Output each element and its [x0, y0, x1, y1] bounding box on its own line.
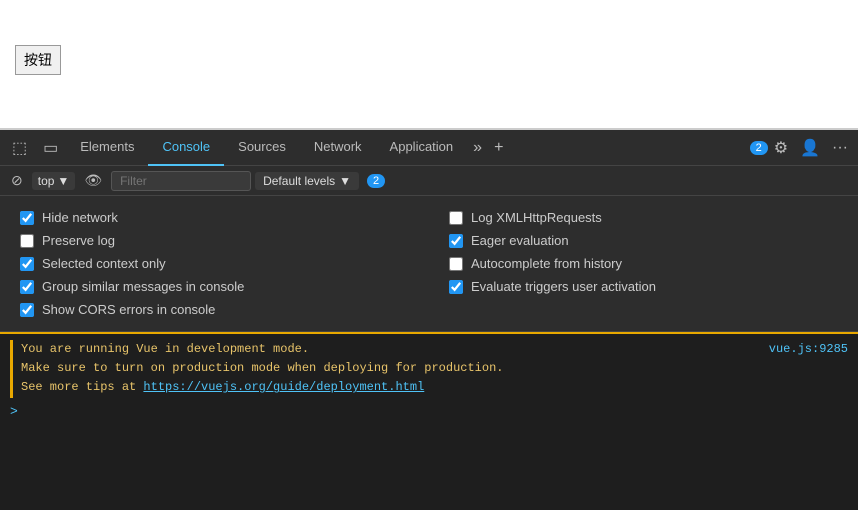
tab-console[interactable]: Console [148, 130, 224, 166]
context-label: top [38, 174, 55, 188]
cors-errors-checkbox[interactable] [20, 303, 34, 317]
tab-application[interactable]: Application [376, 130, 468, 166]
console-line3: See more tips at https://vuejs.org/guide… [21, 378, 848, 397]
group-similar-label: Group similar messages in console [42, 279, 244, 294]
preserve-log-label: Preserve log [42, 233, 115, 248]
eager-eval-label: Eager evaluation [471, 233, 569, 248]
autocomplete-label: Autocomplete from history [471, 256, 622, 271]
group-similar-row: Group similar messages in console [20, 279, 409, 294]
tabs-bar: ⬚ ▭ Elements Console Sources Network App… [0, 130, 858, 166]
console-line2: Make sure to turn on production mode whe… [21, 359, 848, 378]
eager-eval-row: Eager evaluation [449, 233, 838, 248]
settings-panel: Hide network Preserve log Selected conte… [0, 196, 858, 332]
preserve-log-row: Preserve log [20, 233, 409, 248]
console-toolbar: ⊘ top ▼ 👁 Default levels ▼ 2 [0, 166, 858, 196]
tab-network[interactable]: Network [300, 130, 376, 166]
console-warning-message: vue.js:9285 You are running Vue in devel… [10, 340, 848, 398]
console-line1: You are running Vue in development mode. [21, 340, 848, 359]
levels-label: Default levels [263, 174, 335, 188]
log-xhr-checkbox[interactable] [449, 211, 463, 225]
preserve-log-checkbox[interactable] [20, 234, 34, 248]
cn-button[interactable]: 按钮 [15, 45, 61, 75]
clear-console-button[interactable]: ⊘ [6, 170, 28, 191]
tab-elements[interactable]: Elements [66, 130, 148, 166]
context-select[interactable]: top ▼ [32, 172, 76, 190]
autocomplete-row: Autocomplete from history [449, 256, 838, 271]
console-line3-prefix: See more tips at [21, 380, 143, 394]
more-options-icon[interactable]: ··· [826, 139, 854, 157]
selected-context-checkbox[interactable] [20, 257, 34, 271]
settings-col1: Hide network Preserve log Selected conte… [20, 210, 409, 317]
more-tabs-icon[interactable]: » [467, 139, 488, 157]
group-similar-checkbox[interactable] [20, 280, 34, 294]
eval-triggers-label: Evaluate triggers user activation [471, 279, 656, 294]
log-levels-button[interactable]: Default levels ▼ [255, 172, 359, 190]
console-prompt[interactable]: > [10, 404, 848, 419]
log-xhr-label: Log XMLHttpRequests [471, 210, 602, 225]
devtools-panel: ⬚ ▭ Elements Console Sources Network App… [0, 130, 858, 510]
browser-viewport: 按钮 [0, 0, 858, 130]
errors-badge: 2 [750, 141, 768, 155]
eval-triggers-row: Evaluate triggers user activation [449, 279, 838, 294]
settings-icon[interactable]: ⚙ [768, 138, 794, 158]
hide-network-row: Hide network [20, 210, 409, 225]
filter-input[interactable] [111, 171, 251, 191]
cors-errors-row: Show CORS errors in console [20, 302, 409, 317]
deployment-link[interactable]: https://vuejs.org/guide/deployment.html [143, 380, 424, 394]
hide-network-label: Hide network [42, 210, 118, 225]
log-xhr-row: Log XMLHttpRequests [449, 210, 838, 225]
cors-errors-label: Show CORS errors in console [42, 302, 215, 317]
add-tab-icon[interactable]: + [488, 139, 509, 157]
selected-context-row: Selected context only [20, 256, 409, 271]
eval-triggers-checkbox[interactable] [449, 280, 463, 294]
console-errors-badge: 2 [367, 174, 385, 188]
inspect-icon[interactable]: ⬚ [4, 138, 35, 158]
context-arrow-icon: ▼ [57, 174, 69, 188]
eager-eval-checkbox[interactable] [449, 234, 463, 248]
profile-icon[interactable]: 👤 [794, 138, 826, 158]
tab-sources[interactable]: Sources [224, 130, 300, 166]
autocomplete-checkbox[interactable] [449, 257, 463, 271]
hide-network-checkbox[interactable] [20, 211, 34, 225]
device-icon[interactable]: ▭ [35, 138, 66, 158]
vue-source-link[interactable]: vue.js:9285 [769, 340, 848, 359]
watch-expressions-icon[interactable]: 👁 [79, 170, 107, 191]
levels-arrow-icon: ▼ [339, 174, 351, 188]
console-output: vue.js:9285 You are running Vue in devel… [0, 332, 858, 510]
selected-context-label: Selected context only [42, 256, 166, 271]
settings-col2: Log XMLHttpRequests Eager evaluation Aut… [449, 210, 838, 317]
